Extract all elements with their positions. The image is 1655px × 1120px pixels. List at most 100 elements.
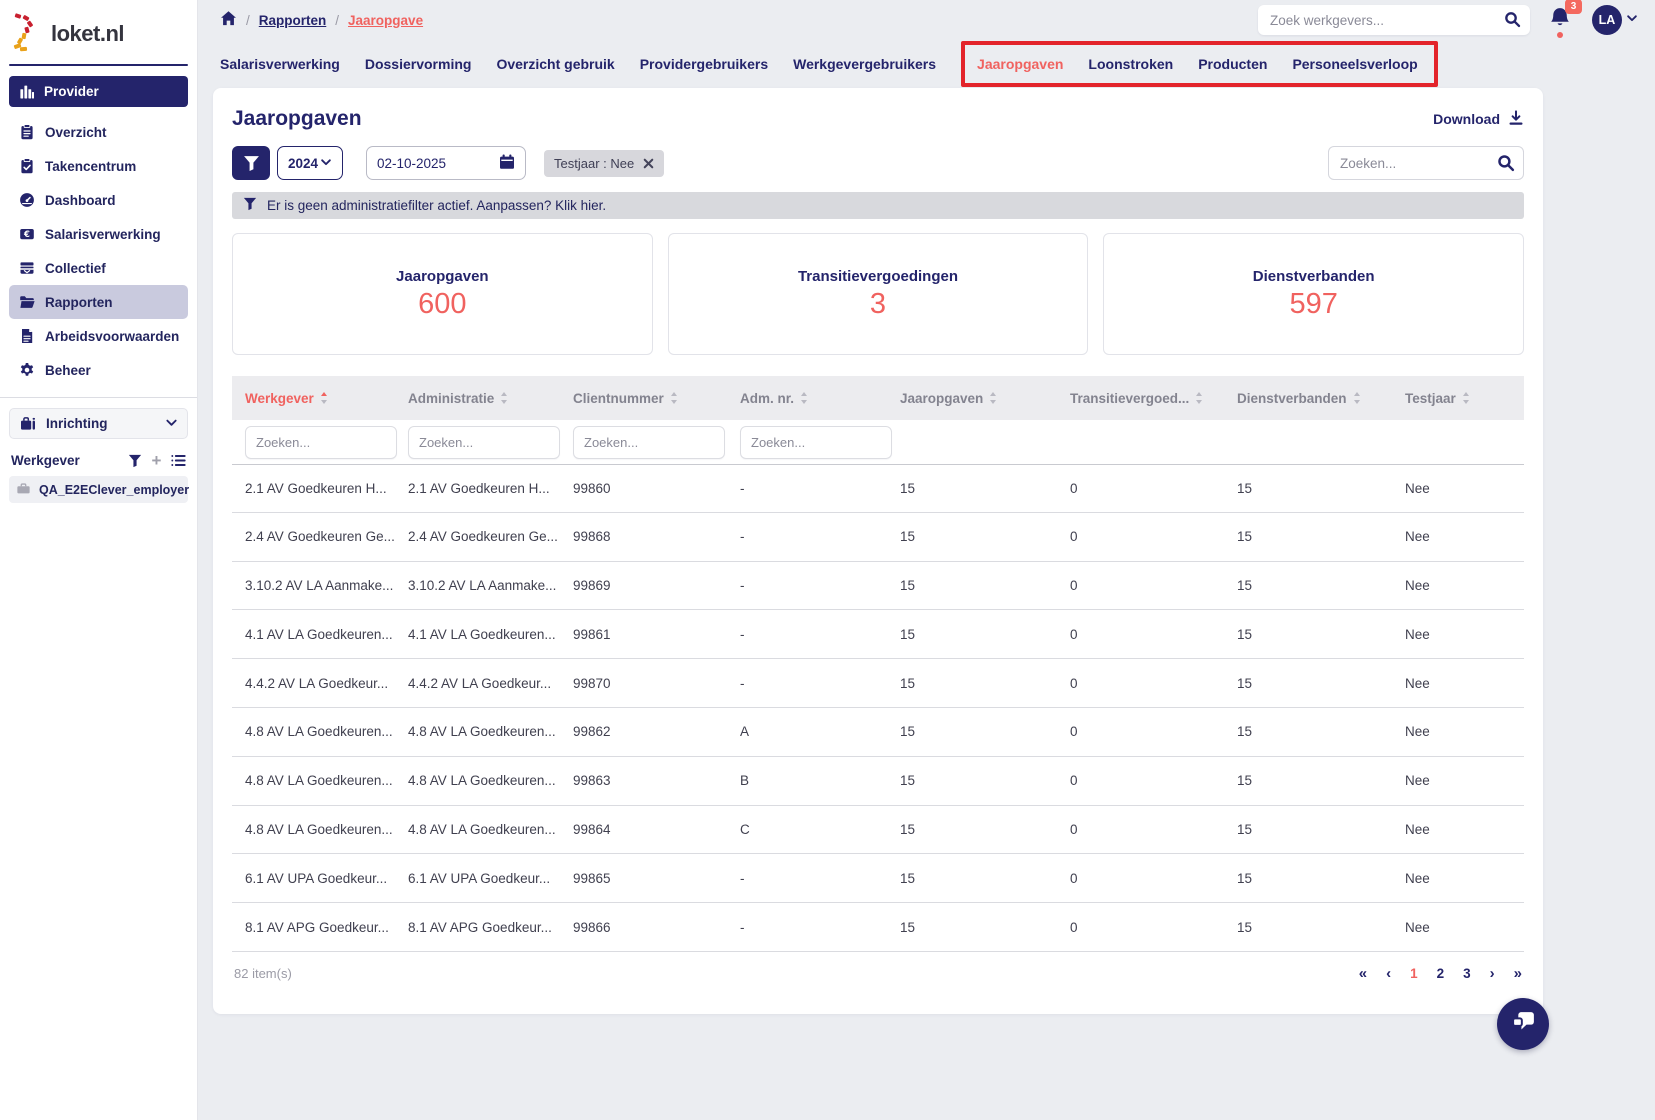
cell-administratie: 4.8 AV LA Goedkeuren... (408, 724, 573, 739)
cell-dienstverbanden: 15 (1237, 481, 1405, 496)
admin-filter-info-bar[interactable]: Er is geen administratiefilter actief. A… (232, 192, 1524, 219)
topbar: / Rapporten / Jaaropgave 3 LA (198, 0, 1655, 40)
column-dienstverbanden[interactable]: Dienstverbanden (1237, 391, 1405, 406)
table-row[interactable]: 2.4 AV Goedkeuren Ge... 2.4 AV Goedkeure… (232, 513, 1524, 562)
table-search-input[interactable] (1329, 147, 1523, 179)
column-administratie[interactable]: Administratie (408, 391, 573, 406)
table-row[interactable]: 2.1 AV Goedkeuren H... 2.1 AV Goedkeuren… (232, 464, 1524, 513)
cell-jaaropgaven: 15 (900, 481, 1070, 496)
filter-adm-nr-input[interactable] (740, 426, 892, 459)
cell-testjaar: Nee (1405, 822, 1524, 837)
table-row[interactable]: 8.1 AV APG Goedkeur... 8.1 AV APG Goedke… (232, 903, 1524, 952)
cell-jaaropgaven: 15 (900, 529, 1070, 544)
breadcrumb-rapporten[interactable]: Rapporten (259, 13, 327, 28)
column-werkgever[interactable]: Werkgever (245, 391, 408, 406)
table-row[interactable]: 4.8 AV LA Goedkeuren... 4.8 AV LA Goedke… (232, 806, 1524, 855)
chevron-down-icon (320, 156, 332, 171)
table-row[interactable]: 4.8 AV LA Goedkeuren... 4.8 AV LA Goedke… (232, 708, 1524, 757)
werkgever-section-header: Werkgever + (11, 453, 186, 468)
table-footer: 82 item(s) « ‹ 1 2 3 › » (232, 965, 1524, 982)
tab-loonstroken[interactable]: Loonstroken (1088, 56, 1173, 72)
year-select[interactable]: 2024 (277, 146, 343, 180)
user-menu[interactable]: LA (1592, 5, 1638, 35)
cell-jaaropgaven: 15 (900, 627, 1070, 642)
filter-button[interactable] (232, 146, 270, 180)
card-value: 600 (418, 288, 466, 321)
column-testjaar[interactable]: Testjaar (1405, 391, 1524, 406)
pagination-prev[interactable]: ‹ (1386, 965, 1391, 982)
table-row[interactable]: 4.1 AV LA Goedkeuren... 4.1 AV LA Goedke… (232, 610, 1524, 659)
pagination-page-2[interactable]: 2 (1437, 966, 1445, 981)
sidebar-item-arbeidsvoorwaarden[interactable]: Arbeidsvoorwaarden (9, 319, 188, 353)
filter-werkgever-input[interactable] (245, 426, 397, 459)
tab-werkgevergebruikers[interactable]: Werkgevergebruikers (793, 56, 936, 72)
nav-label: Dashboard (45, 193, 116, 208)
tab-jaaropgaven[interactable]: Jaaropgaven (977, 56, 1063, 72)
pagination-page-3[interactable]: 3 (1463, 966, 1471, 981)
cell-clientnummer: 99863 (573, 773, 740, 788)
column-adm-nr[interactable]: Adm. nr. (740, 391, 900, 406)
cell-werkgever: 6.1 AV UPA Goedkeur... (245, 871, 408, 886)
inrichting-label: Inrichting (46, 416, 108, 431)
cell-dienstverbanden: 15 (1237, 676, 1405, 691)
employer-search-input[interactable] (1258, 5, 1530, 35)
sidebar-item-rapporten[interactable]: Rapporten (9, 285, 188, 319)
sidebar-item-beheer[interactable]: Beheer (9, 353, 188, 387)
download-button[interactable]: Download (1433, 110, 1524, 129)
tab-overzicht-gebruik[interactable]: Overzicht gebruik (496, 56, 614, 72)
close-icon[interactable] (643, 158, 654, 169)
employer-item[interactable]: QA_E2EClever_employer (9, 476, 188, 503)
card-label: Transitievergoedingen (798, 268, 958, 285)
nav-label: Collectief (45, 261, 106, 276)
column-clientnummer[interactable]: Clientnummer (573, 391, 740, 406)
pagination-first[interactable]: « (1359, 965, 1367, 982)
table-row[interactable]: 4.4.2 AV LA Goedkeur... 4.4.2 AV LA Goed… (232, 659, 1524, 708)
home-icon[interactable] (220, 10, 237, 30)
tab-producten[interactable]: Producten (1198, 56, 1267, 72)
chevron-down-icon (165, 416, 178, 432)
search-icon[interactable] (1497, 154, 1515, 177)
tab-salarisverwerking[interactable]: Salarisverwerking (220, 56, 340, 72)
sidebar-item-provider[interactable]: Provider (9, 76, 188, 107)
chat-button[interactable] (1497, 998, 1549, 1050)
table-row[interactable]: 3.10.2 AV LA Aanmake... 3.10.2 AV LA Aan… (232, 562, 1524, 611)
date-input[interactable]: 02-10-2025 (366, 146, 526, 180)
brand-logo[interactable]: loket.nl (9, 10, 188, 58)
sort-icon (320, 391, 328, 405)
cell-testjaar: Nee (1405, 773, 1524, 788)
table-row[interactable]: 4.8 AV LA Goedkeuren... 4.8 AV LA Goedke… (232, 757, 1524, 806)
sidebar-item-salarisverwerking[interactable]: € Salarisverwerking (9, 217, 188, 251)
pagination-page-1[interactable]: 1 (1410, 966, 1418, 981)
employer-list-icon[interactable] (171, 453, 186, 468)
calendar-icon[interactable] (499, 154, 515, 173)
column-jaaropgaven[interactable]: Jaaropgaven (900, 391, 1070, 406)
cell-testjaar: Nee (1405, 529, 1524, 544)
tab-providergebruikers[interactable]: Providergebruikers (640, 56, 768, 72)
filter-clientnummer-input[interactable] (573, 426, 725, 459)
notifications-button[interactable]: 3 (1548, 5, 1574, 35)
pagination-last[interactable]: » (1514, 965, 1522, 982)
cell-administratie: 8.1 AV APG Goedkeur... (408, 920, 573, 935)
filter-administratie-input[interactable] (408, 426, 560, 459)
sidebar-item-takencentrum[interactable]: Takencentrum (9, 149, 188, 183)
sidebar-item-collectief[interactable]: Collectief (9, 251, 188, 285)
annotation-red-box: Jaaropgaven Loonstroken Producten Person… (961, 41, 1438, 87)
search-icon[interactable] (1504, 11, 1521, 33)
cell-adm-nr: - (740, 676, 900, 691)
sidebar-item-overzicht[interactable]: Overzicht (9, 115, 188, 149)
cell-dienstverbanden: 15 (1237, 627, 1405, 642)
filter-employers-icon[interactable] (127, 453, 142, 468)
pagination-next[interactable]: › (1490, 965, 1495, 982)
sidebar-item-inrichting[interactable]: Inrichting (9, 408, 188, 439)
loket-swoosh-icon (11, 12, 45, 57)
breadcrumb-jaaropgave[interactable]: Jaaropgave (348, 13, 423, 28)
cell-administratie: 4.8 AV LA Goedkeuren... (408, 773, 573, 788)
column-transitievergoedingen[interactable]: Transitievergoed... (1070, 391, 1237, 406)
tab-personeelsverloop[interactable]: Personeelsverloop (1292, 56, 1417, 72)
cell-dienstverbanden: 15 (1237, 578, 1405, 593)
table-row[interactable]: 6.1 AV UPA Goedkeur... 6.1 AV UPA Goedke… (232, 854, 1524, 903)
tab-dossiervorming[interactable]: Dossiervorming (365, 56, 472, 72)
sidebar-item-dashboard[interactable]: Dashboard (9, 183, 188, 217)
notification-dot (1557, 32, 1563, 38)
add-employer-icon[interactable]: + (149, 453, 164, 468)
